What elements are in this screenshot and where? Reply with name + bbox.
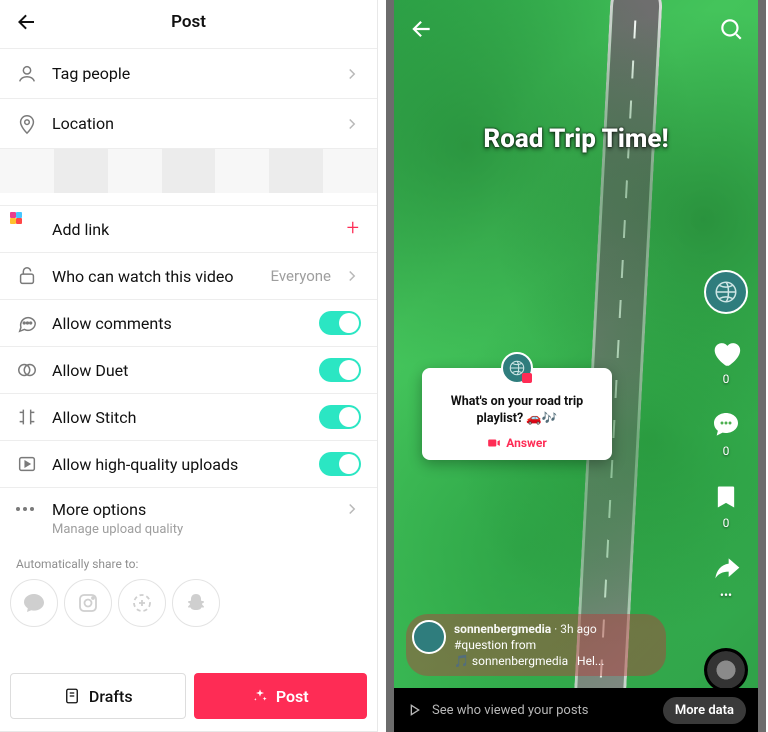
location-suggestions-strip[interactable]: [0, 149, 377, 193]
allow-comments-label: Allow comments: [52, 314, 319, 333]
interaction-rail: 0 0 0 •••: [704, 270, 748, 692]
allow-duet-label: Allow Duet: [52, 361, 319, 380]
caption-suffix: Hel...: [577, 654, 604, 668]
share-dots: •••: [720, 588, 732, 602]
link-grid-icon: [16, 218, 38, 240]
video-preview[interactable]: Road Trip Time! What's on your road trip…: [394, 0, 758, 732]
like-count: 0: [723, 372, 730, 386]
caption-avatar: [412, 620, 446, 654]
allow-stitch-option: Allow Stitch: [0, 394, 377, 441]
allow-stitch-label: Allow Stitch: [52, 408, 319, 427]
panel-gap: [378, 0, 386, 732]
tag-people-option[interactable]: Tag people: [0, 49, 377, 99]
comment-count: 0: [723, 444, 730, 458]
question-sticker[interactable]: What's on your road trip playlist? 🚗🎶 An…: [422, 368, 612, 460]
allow-stitch-toggle[interactable]: [319, 405, 361, 429]
feed-preview-panel: Road Trip Time! What's on your road trip…: [386, 0, 766, 732]
video-overlay-title: Road Trip Time!: [394, 124, 758, 154]
save-button[interactable]: 0: [709, 480, 743, 530]
drafts-button[interactable]: Drafts: [10, 673, 186, 719]
allow-comments-toggle[interactable]: [319, 311, 361, 335]
add-link-option[interactable]: Add link +: [0, 206, 377, 253]
share-stories-button[interactable]: [118, 579, 166, 627]
allow-duet-toggle[interactable]: [319, 358, 361, 382]
chevron-right-icon: [343, 65, 361, 83]
back-arrow-icon: [14, 10, 38, 34]
more-options-label: More options: [52, 500, 335, 519]
who-can-watch-option[interactable]: Who can watch this video Everyone: [0, 253, 377, 300]
caption-username: sonnenbergmedia: [454, 622, 551, 636]
who-can-watch-label: Who can watch this video: [52, 267, 271, 286]
who-can-watch-value: Everyone: [271, 267, 331, 285]
lock-icon: [16, 265, 38, 287]
location-icon: [16, 113, 38, 135]
save-count: 0: [723, 516, 730, 530]
duet-icon: [16, 359, 38, 381]
like-button[interactable]: 0: [709, 336, 743, 386]
bookmark-icon: [709, 480, 743, 514]
back-button[interactable]: [12, 8, 40, 36]
share-messages-button[interactable]: [10, 579, 58, 627]
more-options-subtitle: Manage upload quality: [0, 522, 377, 547]
page-title: Post: [0, 12, 377, 32]
auto-share-label: Automatically share to:: [0, 549, 377, 571]
share-targets: [0, 571, 377, 639]
allow-hq-toggle[interactable]: [319, 452, 361, 476]
play-outline-icon: [406, 702, 422, 718]
video-camera-icon: [487, 436, 501, 450]
bottom-bar: See who viewed your posts More data: [394, 688, 758, 732]
caption-sound: 🎵 sonnenbergmedia: [454, 654, 568, 668]
allow-comments-option: Allow comments: [0, 300, 377, 347]
comment-icon: [16, 312, 38, 334]
answer-label: Answer: [506, 436, 546, 450]
chevron-right-icon: [343, 115, 361, 133]
caption-time: 3h ago: [560, 622, 596, 636]
chevron-right-icon: [343, 267, 361, 285]
share-instagram-button[interactable]: [64, 579, 112, 627]
comment-button[interactable]: 0: [709, 408, 743, 458]
more-data-button[interactable]: More data: [663, 697, 746, 724]
caption-line2: #question from: [454, 638, 656, 652]
chevron-right-icon: [343, 500, 361, 518]
post-label: Post: [276, 687, 309, 706]
location-option[interactable]: Location: [0, 99, 377, 149]
more-icon: [16, 498, 38, 520]
add-link-label: Add link: [52, 220, 347, 239]
heart-icon: [709, 336, 743, 370]
search-button[interactable]: [718, 16, 744, 42]
post-button[interactable]: Post: [194, 673, 368, 719]
allow-duet-option: Allow Duet: [0, 347, 377, 394]
sound-disc[interactable]: [704, 648, 748, 692]
viewed-posts-link[interactable]: See who viewed your posts: [432, 703, 589, 718]
drafts-label: Drafts: [89, 687, 133, 706]
location-label: Location: [52, 114, 335, 133]
header: Post: [0, 0, 377, 44]
stitch-icon: [16, 406, 38, 428]
drafts-icon: [63, 687, 81, 705]
post-settings-panel: Post Tag people Location Add link +: [0, 0, 378, 732]
answer-button[interactable]: Answer: [432, 436, 602, 450]
globe-leaf-icon: [508, 359, 526, 377]
share-button[interactable]: •••: [709, 552, 743, 602]
more-options-option[interactable]: More options: [0, 488, 377, 522]
tag-people-label: Tag people: [52, 64, 335, 83]
allow-hq-label: Allow high-quality uploads: [52, 455, 319, 474]
plus-icon: +: [347, 218, 359, 240]
upload-icon: [16, 453, 38, 475]
globe-leaf-icon: [713, 279, 739, 305]
share-snapchat-button[interactable]: [172, 579, 220, 627]
share-arrow-icon: [709, 552, 743, 586]
comment-bubble-icon: [709, 408, 743, 442]
feed-back-button[interactable]: [408, 16, 434, 42]
allow-hq-option: Allow high-quality uploads: [0, 441, 377, 488]
question-avatar: [501, 352, 533, 384]
caption-block[interactable]: sonnenbergmedia · 3h ago #question from …: [406, 614, 666, 676]
profile-avatar-button[interactable]: [704, 270, 748, 314]
question-text: What's on your road trip playlist? 🚗🎶: [432, 394, 602, 428]
post-sparkle-icon: [252, 688, 268, 704]
person-icon: [16, 63, 38, 85]
